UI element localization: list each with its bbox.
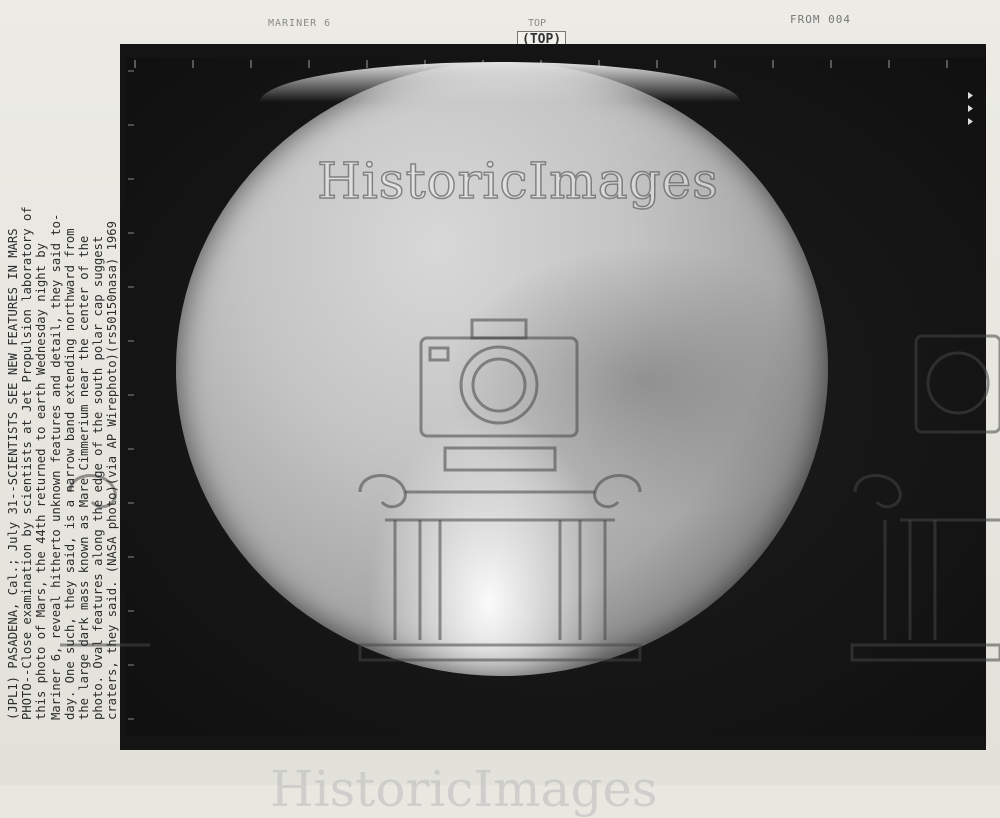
caption-line: (JPL1) PASADENA, Cal.; July 31--SCIENTIS…	[6, 228, 20, 720]
caption-line: the large dark mass known as Mare Cimmer…	[76, 235, 91, 720]
caption-line: PHOTO--Close examination by scientists a…	[20, 206, 35, 720]
caption-rotated-text: (JPL1) PASADENA, Cal.; July 31--SCIENTIS…	[6, 60, 120, 720]
camera-column-logo-icon	[60, 318, 1000, 662]
caption-line: this photo of Mars, the 44th returned to…	[34, 243, 49, 720]
caption-line: photo. Oval features along the edge of t…	[91, 235, 106, 720]
press-photo-print: MARINER 6 TOP (TOP) FROM 004 HistoricIma…	[0, 0, 1000, 818]
watermark-text: HistoricImages	[316, 151, 719, 211]
watermark-bottom-text: HistoricImages	[270, 760, 658, 818]
photo-caption: (JPL1) PASADENA, Cal.; July 31--SCIENTIS…	[6, 60, 120, 720]
caption-line: Mariner 6, reveal hitherto unknown featu…	[48, 213, 63, 720]
caption-line: craters, they said. (NASA photo)(via AP …	[105, 221, 120, 720]
caption-line: day. One such, they said, is a narrow ba…	[62, 228, 77, 720]
